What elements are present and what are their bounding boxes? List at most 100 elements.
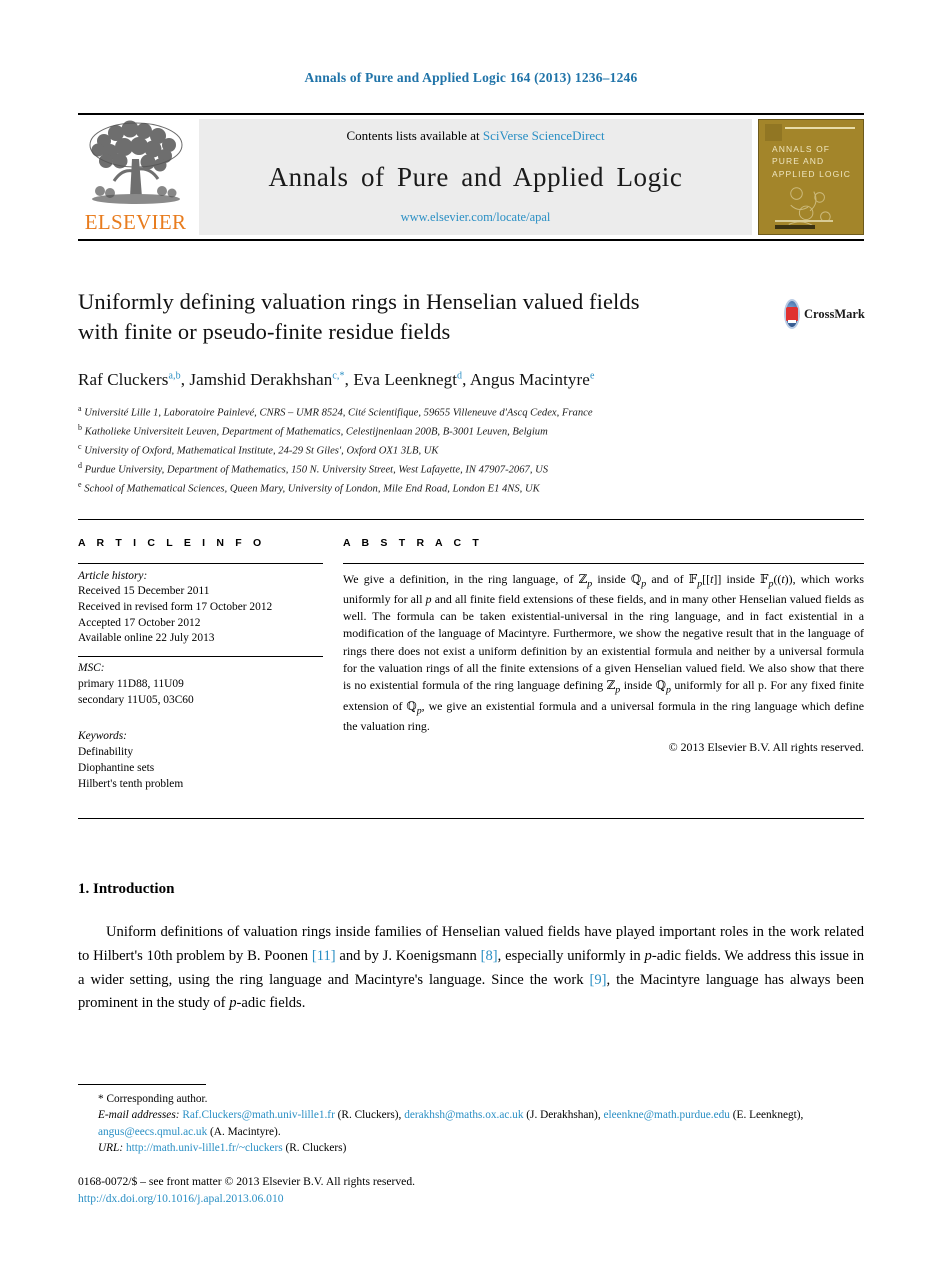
citation-link-macintyre[interactable]: [9] xyxy=(589,972,606,988)
section-heading-introduction: 1. Introduction xyxy=(78,881,175,898)
homepage-link[interactable]: http://math.univ-lille1.fr/~cluckers xyxy=(126,1142,283,1154)
abstract-text: We give a definition, in the ring langua… xyxy=(343,564,864,757)
elsevier-tree-icon xyxy=(89,120,182,204)
article-info-body: Article history: Received 15 December 20… xyxy=(78,564,323,793)
abstract-heading: A B S T R A C T xyxy=(343,536,483,549)
corresponding-author-note: * Corresponding author. xyxy=(98,1093,208,1105)
footnote-divider xyxy=(78,1084,206,1085)
cover-top-rule xyxy=(785,127,855,129)
author-name: Jamshid Derakhshan xyxy=(189,369,333,389)
title-line-1: Uniformly defining valuation rings in He… xyxy=(78,289,640,314)
doi-link[interactable]: http://dx.doi.org/10.1016/j.apal.2013.06… xyxy=(78,1190,864,1207)
page-content: Annals of Pure and Applied Logic 164 (20… xyxy=(78,0,865,1016)
article-history-label: Article history: xyxy=(78,569,148,582)
author-list: Raf Cluckersa,b, Jamshid Derakhshanc,*, … xyxy=(78,369,595,389)
email-owner: (E. Leenknegt) xyxy=(732,1109,801,1122)
url-label: URL: xyxy=(98,1141,124,1154)
journal-title: Annals of Pure and Applied Logic xyxy=(268,161,683,192)
citation-link-poonen[interactable]: [11] xyxy=(312,948,336,964)
citation-link-koenigsmann[interactable]: [8] xyxy=(481,948,498,964)
paper-page: Annals of Pure and Applied Logic 164 (20… xyxy=(0,0,935,1266)
author-affil-marks: d xyxy=(457,370,463,382)
crossmark-label: CrossMark xyxy=(804,306,865,321)
keyword-item: Hilbert's tenth problem xyxy=(78,777,184,790)
affiliation-mark: b xyxy=(78,422,82,432)
affiliation-item: c University of Oxford, Mathematical Ins… xyxy=(78,441,864,460)
title-block: CrossMark Uniformly defining valuation r… xyxy=(78,287,865,498)
journal-masthead: ELSEVIER Contents lists available at Sci… xyxy=(78,113,864,241)
issn-line: 0168-0072/$ – see front matter © 2013 El… xyxy=(78,1175,416,1189)
abstract-copyright: © 2013 Elsevier B.V. All rights reserved… xyxy=(668,740,864,755)
cover-bottom-rule xyxy=(775,220,833,222)
author-name: Eva Leenknegt xyxy=(353,369,458,389)
author-affil-marks: e xyxy=(589,370,595,382)
contents-available-line: Contents lists available at SciVerse Sci… xyxy=(346,128,604,144)
title-line-2: with finite or pseudo-finite residue fie… xyxy=(78,318,451,344)
affiliation-text: Purdue University, Department of Mathema… xyxy=(84,464,549,476)
email-link[interactable]: derakhsh@maths.ox.ac.uk xyxy=(404,1109,523,1121)
affiliation-text: University of Oxford, Mathematical Insti… xyxy=(84,445,439,457)
cover-bottom-block xyxy=(775,225,815,229)
affiliation-text: Université Lille 1, Laboratoire Painlevé… xyxy=(84,407,593,419)
author-name: Raf Cluckers xyxy=(78,369,169,389)
email-owner: (J. Derakhshan) xyxy=(526,1109,598,1122)
introduction-paragraph: Uniform definitions of valuation rings i… xyxy=(78,924,864,1012)
article-info-heading: A R T I C L E I N F O xyxy=(78,536,266,549)
affiliation-mark: a xyxy=(78,403,82,413)
keywords-group: Keywords: Definability Diophantine sets … xyxy=(78,729,323,792)
keywords-label: Keywords: xyxy=(78,730,127,743)
keyword-item: Definability xyxy=(78,746,134,759)
sciencedirect-link[interactable]: SciVerse ScienceDirect xyxy=(483,128,605,143)
msc-label: MSC: xyxy=(78,662,105,675)
info-abstract-region: A R T I C L E I N F O Article history: R… xyxy=(78,518,864,802)
history-item: Accepted 17 October 2012 xyxy=(78,616,201,629)
journal-url-link[interactable]: www.elsevier.com/locate/apal xyxy=(401,210,551,225)
author-affil-marks: c,* xyxy=(332,370,345,382)
issn-footer: 0168-0072/$ – see front matter © 2013 El… xyxy=(78,1173,864,1208)
keyword-item: Diophantine sets xyxy=(78,761,155,774)
affiliation-item: a Université Lille 1, Laboratoire Painle… xyxy=(78,403,864,422)
affiliation-item: b Katholieke Universiteit Leuven, Depart… xyxy=(78,422,864,441)
email-link[interactable]: angus@eecs.qmul.ac.uk xyxy=(98,1126,207,1138)
journal-cover-thumbnail: ANNALS OF PURE AND APPLIED LOGIC xyxy=(758,119,864,235)
history-item: Received in revised form 17 October 2012 xyxy=(78,601,273,613)
crossmark-icon xyxy=(784,299,800,329)
masthead-center: Contents lists available at SciVerse Sci… xyxy=(199,119,752,235)
running-head: Annals of Pure and Applied Logic 164 (20… xyxy=(304,70,638,85)
crossmark-badge-group[interactable]: CrossMark xyxy=(784,291,865,337)
affiliation-item: d Purdue University, Department of Mathe… xyxy=(78,460,864,479)
history-item: Received 15 December 2011 xyxy=(78,585,210,598)
page-title: Uniformly defining valuation rings in He… xyxy=(78,287,718,347)
email-owner: (R. Cluckers) xyxy=(337,1109,399,1122)
msc-group: MSC: primary 11D88, 11U09 secondary 11U0… xyxy=(78,661,323,708)
affiliation-mark: e xyxy=(78,479,82,489)
cover-title-text: ANNALS OF PURE AND APPLIED LOGIC xyxy=(772,144,852,179)
email-owner: (A. Macintyre) xyxy=(210,1125,278,1138)
article-info-column: A R T I C L E I N F O Article history: R… xyxy=(78,537,323,802)
email-link[interactable]: Raf.Cluckers@math.univ-lille1.fr xyxy=(182,1109,335,1121)
crossmark-inner-shape xyxy=(786,307,798,323)
email-link[interactable]: eleenkne@math.purdue.edu xyxy=(603,1109,729,1121)
affiliation-mark: d xyxy=(78,460,82,470)
msc-item: primary 11D88, 11U09 xyxy=(78,677,184,690)
msc-item: secondary 11U05, 03C60 xyxy=(78,693,194,706)
affiliation-text: Katholieke Universiteit Leuven, Departme… xyxy=(84,426,548,438)
contents-prefix: Contents lists available at xyxy=(346,128,483,143)
elsevier-wordmark: ELSEVIER xyxy=(84,210,187,234)
affiliation-item: e School of Mathematical Sciences, Queen… xyxy=(78,479,864,498)
email-addresses-line: E-mail addresses: Raf.Cluckers@math.univ… xyxy=(98,1109,804,1138)
footnote-region: * Corresponding author. E-mail addresses… xyxy=(78,1084,864,1208)
cover-elsevier-mark xyxy=(765,124,782,141)
abstract-bottom-rule xyxy=(78,818,864,820)
email-addresses-label: E-mail addresses: xyxy=(98,1109,180,1122)
affiliation-text: School of Mathematical Sciences, Queen M… xyxy=(84,483,540,495)
affiliation-list: a Université Lille 1, Laboratoire Painle… xyxy=(78,403,864,498)
author-name: Angus Macintyre xyxy=(469,369,590,389)
author-affil-marks: a,b xyxy=(168,370,181,382)
url-owner: (R. Cluckers) xyxy=(285,1141,347,1154)
history-item: Available online 22 July 2013 xyxy=(78,632,215,645)
article-history-group: Article history: Received 15 December 20… xyxy=(78,569,323,648)
affiliation-mark: c xyxy=(78,441,82,451)
elsevier-logo: ELSEVIER xyxy=(78,115,193,239)
